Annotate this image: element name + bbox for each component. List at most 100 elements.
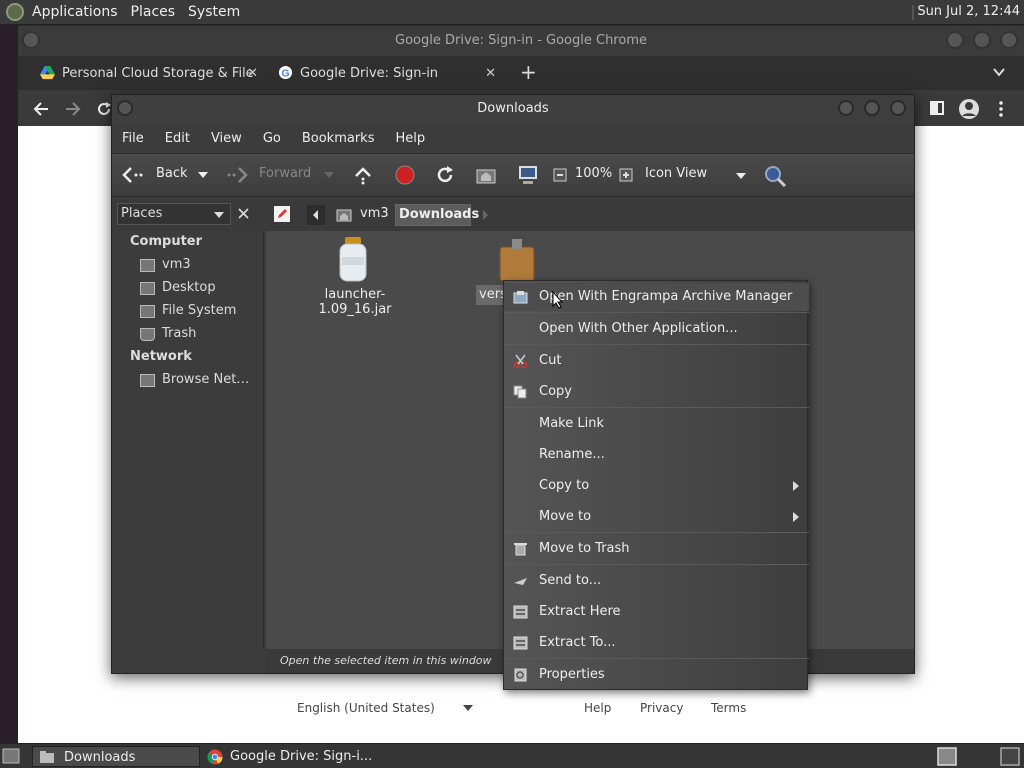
menu-item-move-to-trash[interactable]: Move to Trash bbox=[504, 535, 809, 563]
footer-privacy-link[interactable]: Privacy bbox=[640, 701, 683, 715]
footer-help-link[interactable]: Help bbox=[584, 701, 611, 715]
google-g-icon: G bbox=[278, 65, 293, 79]
breadcrumb-vm3[interactable]: vm3 bbox=[333, 205, 389, 225]
tab-search-chevron-icon[interactable] bbox=[993, 68, 1005, 77]
sidebar-item-vm3[interactable]: vm3 bbox=[162, 257, 191, 272]
workspace-switcher-icon[interactable] bbox=[937, 747, 957, 766]
sidebar-item-browse-network[interactable]: Browse Net… bbox=[162, 372, 249, 387]
side-pane-selector[interactable]: Places bbox=[117, 203, 231, 225]
back-history-dropdown-icon[interactable] bbox=[198, 172, 208, 178]
menu-file[interactable]: File bbox=[122, 131, 144, 146]
menu-item-label: Move to bbox=[539, 509, 592, 524]
menu-item-label: Make Link bbox=[539, 416, 604, 431]
window-title: Downloads bbox=[477, 101, 549, 116]
menu-item-copy[interactable]: Copy bbox=[504, 378, 809, 406]
stop-icon[interactable] bbox=[395, 165, 415, 185]
taskbar-item-downloads[interactable]: Downloads bbox=[32, 746, 200, 767]
minimize-icon[interactable] bbox=[838, 100, 854, 116]
side-pane-selector-label: Places bbox=[121, 206, 163, 221]
close-side-pane-icon[interactable] bbox=[238, 208, 249, 219]
chrome-minimize-icon[interactable] bbox=[946, 31, 964, 49]
tab-google-drive-signin[interactable]: G Google Drive: Sign-in ✕ bbox=[278, 58, 496, 88]
breadcrumb-left-arrow-icon[interactable] bbox=[307, 205, 325, 225]
forward-button[interactable]: Forward bbox=[259, 166, 311, 181]
menu-item-rename[interactable]: Rename... bbox=[504, 441, 809, 469]
desktop-folder-icon bbox=[140, 282, 155, 295]
menu-item-label: Open With Engrampa Archive Manager bbox=[539, 289, 793, 304]
forward-history-dropdown-icon[interactable] bbox=[324, 172, 334, 178]
show-desktop-icon[interactable] bbox=[2, 748, 20, 764]
menu-places[interactable]: Places bbox=[131, 4, 176, 20]
up-icon[interactable] bbox=[353, 165, 373, 185]
home-folder-icon[interactable] bbox=[476, 166, 496, 184]
kebab-menu-icon[interactable] bbox=[998, 101, 1004, 117]
bottom-taskbar: Downloads Google Drive: Sign-i... bbox=[0, 743, 1024, 768]
close-icon[interactable] bbox=[890, 100, 906, 116]
menu-item-extract-to[interactable]: Extract To... bbox=[504, 629, 809, 657]
menu-item-make-link[interactable]: Make Link bbox=[504, 410, 809, 438]
computer-icon[interactable] bbox=[517, 164, 539, 186]
forward-icon[interactable] bbox=[226, 166, 248, 184]
menu-system[interactable]: System bbox=[188, 4, 240, 20]
chrome-close-icon[interactable] bbox=[1000, 31, 1018, 49]
language-dropdown-icon[interactable] bbox=[463, 705, 473, 711]
menu-item-open-with-engrampa[interactable]: Open With Engrampa Archive Manager bbox=[504, 283, 809, 311]
tab-close-icon[interactable]: ✕ bbox=[485, 66, 496, 81]
menu-item-open-with-other[interactable]: Open With Other Application... bbox=[504, 315, 809, 343]
menu-item-cut[interactable]: Cut bbox=[504, 347, 809, 375]
breadcrumb-right-arrow-icon[interactable] bbox=[480, 208, 490, 222]
menubar: File Edit View Go Bookmarks Help bbox=[112, 123, 914, 153]
window-menu-icon[interactable] bbox=[117, 100, 133, 116]
view-mode-dropdown-icon[interactable] bbox=[736, 173, 746, 179]
zoom-in-icon[interactable] bbox=[619, 168, 633, 182]
file-item-launcher-jar[interactable]: launcher-1.09_16.jar bbox=[288, 237, 418, 317]
workspace-switcher-icon[interactable] bbox=[1000, 747, 1020, 766]
menu-edit[interactable]: Edit bbox=[165, 131, 190, 146]
back-button[interactable]: Back bbox=[156, 166, 188, 181]
panel-clock[interactable]: Sun Jul 2, 12:44 bbox=[917, 4, 1020, 19]
menu-item-copy-to[interactable]: Copy to bbox=[504, 472, 809, 500]
tab-personal-cloud-storage[interactable]: Personal Cloud Storage & File ✕ bbox=[40, 58, 258, 88]
breadcrumb-downloads[interactable]: Downloads bbox=[395, 204, 479, 226]
menu-separator bbox=[504, 532, 809, 533]
menu-item-extract-here[interactable]: Extract Here bbox=[504, 598, 809, 626]
new-tab-button[interactable]: + bbox=[520, 60, 537, 84]
zoom-level[interactable]: 100% bbox=[575, 166, 612, 181]
toggle-location-entry-icon[interactable] bbox=[273, 205, 291, 223]
menu-item-label: Properties bbox=[539, 667, 605, 682]
search-icon[interactable] bbox=[763, 164, 787, 188]
menu-applications[interactable]: Applications bbox=[32, 4, 118, 20]
menu-item-label: Extract Here bbox=[539, 604, 621, 619]
menu-view[interactable]: View bbox=[211, 131, 242, 146]
sidebar-item-desktop[interactable]: Desktop bbox=[162, 280, 216, 295]
language-selector[interactable]: English (United States) bbox=[297, 701, 435, 715]
sidebar-item-file-system[interactable]: File System bbox=[162, 303, 236, 318]
reload-icon[interactable] bbox=[96, 101, 112, 117]
tab-view-icon[interactable] bbox=[930, 101, 944, 115]
maximize-icon[interactable] bbox=[864, 100, 880, 116]
taskbar-item-chrome[interactable]: Google Drive: Sign-i... bbox=[204, 746, 404, 767]
reload-icon[interactable] bbox=[435, 165, 455, 185]
back-arrow-icon[interactable] bbox=[33, 101, 49, 117]
drive-icon bbox=[140, 305, 155, 318]
menu-bookmarks[interactable]: Bookmarks bbox=[302, 131, 375, 146]
profile-avatar-icon[interactable] bbox=[958, 98, 980, 120]
menu-item-properties[interactable]: Properties bbox=[504, 661, 809, 689]
forward-arrow-icon[interactable] bbox=[65, 101, 81, 117]
mate-logo-icon[interactable] bbox=[6, 3, 24, 21]
back-icon[interactable] bbox=[122, 166, 144, 184]
view-mode-selector[interactable]: Icon View bbox=[645, 166, 707, 181]
menu-item-send-to[interactable]: Send to... bbox=[504, 567, 809, 595]
chrome-menu-icon[interactable] bbox=[22, 31, 40, 49]
menu-item-move-to[interactable]: Move to bbox=[504, 503, 809, 531]
footer-terms-link[interactable]: Terms bbox=[711, 701, 746, 715]
sidebar-heading-computer: Computer bbox=[130, 234, 203, 249]
trash-icon bbox=[140, 328, 155, 341]
menu-go[interactable]: Go bbox=[263, 131, 281, 146]
menu-help[interactable]: Help bbox=[395, 131, 425, 146]
menu-item-label: Cut bbox=[539, 353, 562, 368]
zoom-out-icon[interactable] bbox=[553, 168, 567, 182]
chrome-maximize-icon[interactable] bbox=[973, 31, 991, 49]
tab-close-icon[interactable]: ✕ bbox=[247, 66, 258, 81]
sidebar-item-trash[interactable]: Trash bbox=[162, 326, 196, 341]
